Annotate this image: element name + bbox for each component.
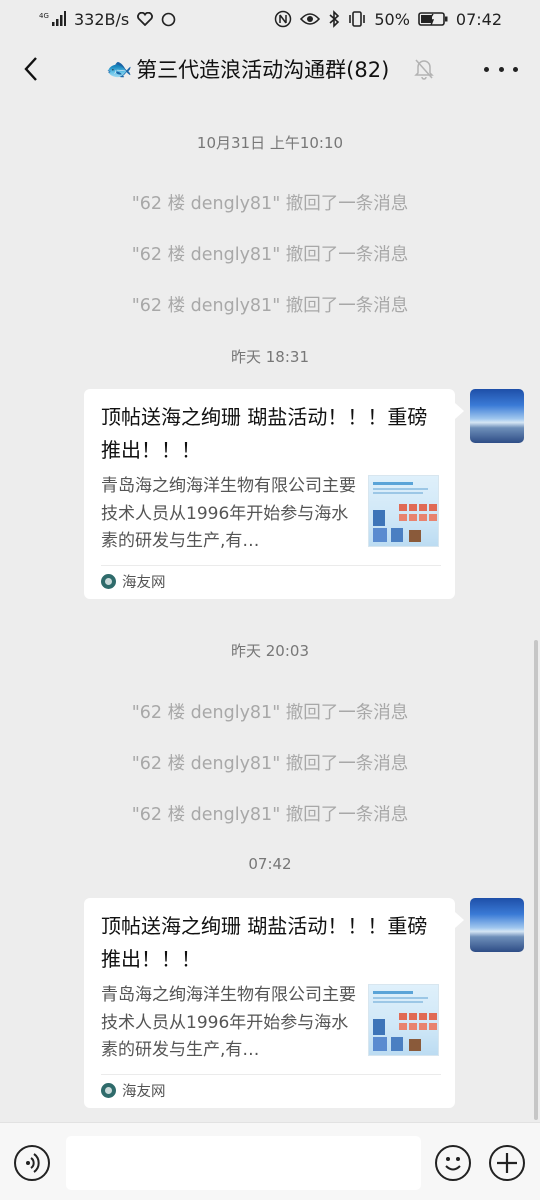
network-speed: 332B/s <box>74 9 130 29</box>
link-card-message[interactable]: 顶帖送海之绚珊 瑚盐活动！！！重磅推出！！！ 青岛海之绚海洋生物有限公司主要技术… <box>84 898 464 1108</box>
divider <box>101 1074 441 1075</box>
bell-off-icon <box>414 58 434 84</box>
status-left: 4G 332B/s <box>38 10 176 29</box>
message-input[interactable] <box>66 1136 421 1190</box>
divider <box>101 565 441 566</box>
fish-emoji-icon: 🐟 <box>106 56 133 81</box>
bluetooth-icon <box>328 10 340 28</box>
timestamp: 10月31日 上午10:10 <box>196 134 344 152</box>
source-name: 海友网 <box>122 1084 166 1100</box>
message-list[interactable]: 10月31日 上午10:10 "62 楼 dengly81" 撤回了一条消息 "… <box>0 100 540 1122</box>
voice-button[interactable] <box>14 1145 50 1181</box>
more-dot-icon <box>513 66 518 72</box>
heart-icon <box>137 12 154 26</box>
link-card-message[interactable]: 顶帖送海之绚珊 瑚盐活动！！！重磅推出！！！ 青岛海之绚海洋生物有限公司主要技术… <box>84 389 464 599</box>
timestamp: 昨天 20:03 <box>231 642 309 660</box>
back-button[interactable] <box>14 50 48 88</box>
more-dot-icon <box>484 66 489 72</box>
link-card-description: 青岛海之绚海洋生物有限公司主要技术人员从1996年开始参与海水素的研发与生产,有… <box>101 476 356 551</box>
more-dot-icon <box>498 66 504 72</box>
source-logo-icon <box>101 1083 116 1098</box>
chevron-left-icon <box>24 57 37 81</box>
link-card-thumbnail <box>368 984 439 1056</box>
recall-notice: "62 楼 dengly81" 撤回了一条消息 <box>131 296 409 316</box>
link-card-thumbnail <box>368 475 439 547</box>
vibrate-icon <box>348 11 366 27</box>
source-name: 海友网 <box>122 575 166 591</box>
timestamp: 07:42 <box>248 855 292 873</box>
cellular-signal-icon: 4G <box>38 10 66 28</box>
recall-notice: "62 楼 dengly81" 撤回了一条消息 <box>131 194 409 214</box>
avatar[interactable] <box>470 389 524 443</box>
status-right: 50% 07:42 <box>274 10 502 29</box>
circle-icon <box>161 12 176 27</box>
nfc-icon <box>274 10 292 28</box>
voice-icon <box>26 1153 40 1173</box>
link-card-source: 海友网 <box>101 1080 166 1101</box>
chat-header: 🐟 第三代造浪活动沟通群(82) <box>0 38 540 100</box>
battery-percent: 50% <box>374 9 410 29</box>
svg-text:4G: 4G <box>39 12 49 20</box>
source-logo-icon <box>101 574 116 589</box>
link-card-title: 顶帖送海之绚珊 瑚盐活动！！！重磅推出！！！ <box>101 914 428 971</box>
status-bar: 4G 332B/s 50% 07:42 <box>0 0 540 38</box>
emoji-icon <box>445 1157 461 1171</box>
chat-title: 🐟 第三代造浪活动沟通群(82) <box>106 54 389 84</box>
recall-notice: "62 楼 dengly81" 撤回了一条消息 <box>131 245 409 265</box>
link-card-source: 海友网 <box>101 571 166 592</box>
battery-icon <box>418 11 448 27</box>
more-functions-button[interactable] <box>489 1145 525 1181</box>
clock: 07:42 <box>455 9 502 29</box>
link-card-title: 顶帖送海之绚珊 瑚盐活动！！！重磅推出！！！ <box>101 405 428 462</box>
input-bar <box>0 1122 540 1200</box>
avatar[interactable] <box>470 898 524 952</box>
recall-notice: "62 楼 dengly81" 撤回了一条消息 <box>131 754 409 774</box>
scrollbar[interactable] <box>534 640 538 1120</box>
recall-notice: "62 楼 dengly81" 撤回了一条消息 <box>131 805 409 825</box>
more-button[interactable] <box>484 56 518 82</box>
link-card-description: 青岛海之绚海洋生物有限公司主要技术人员从1996年开始参与海水素的研发与生产,有… <box>101 985 356 1060</box>
eye-icon <box>300 12 321 26</box>
timestamp: 昨天 18:31 <box>231 348 309 366</box>
chat-title-text: 第三代造浪活动沟通群(82) <box>136 58 390 82</box>
recall-notice: "62 楼 dengly81" 撤回了一条消息 <box>131 703 409 723</box>
emoji-button[interactable] <box>435 1145 471 1181</box>
plus-icon <box>497 1153 517 1173</box>
